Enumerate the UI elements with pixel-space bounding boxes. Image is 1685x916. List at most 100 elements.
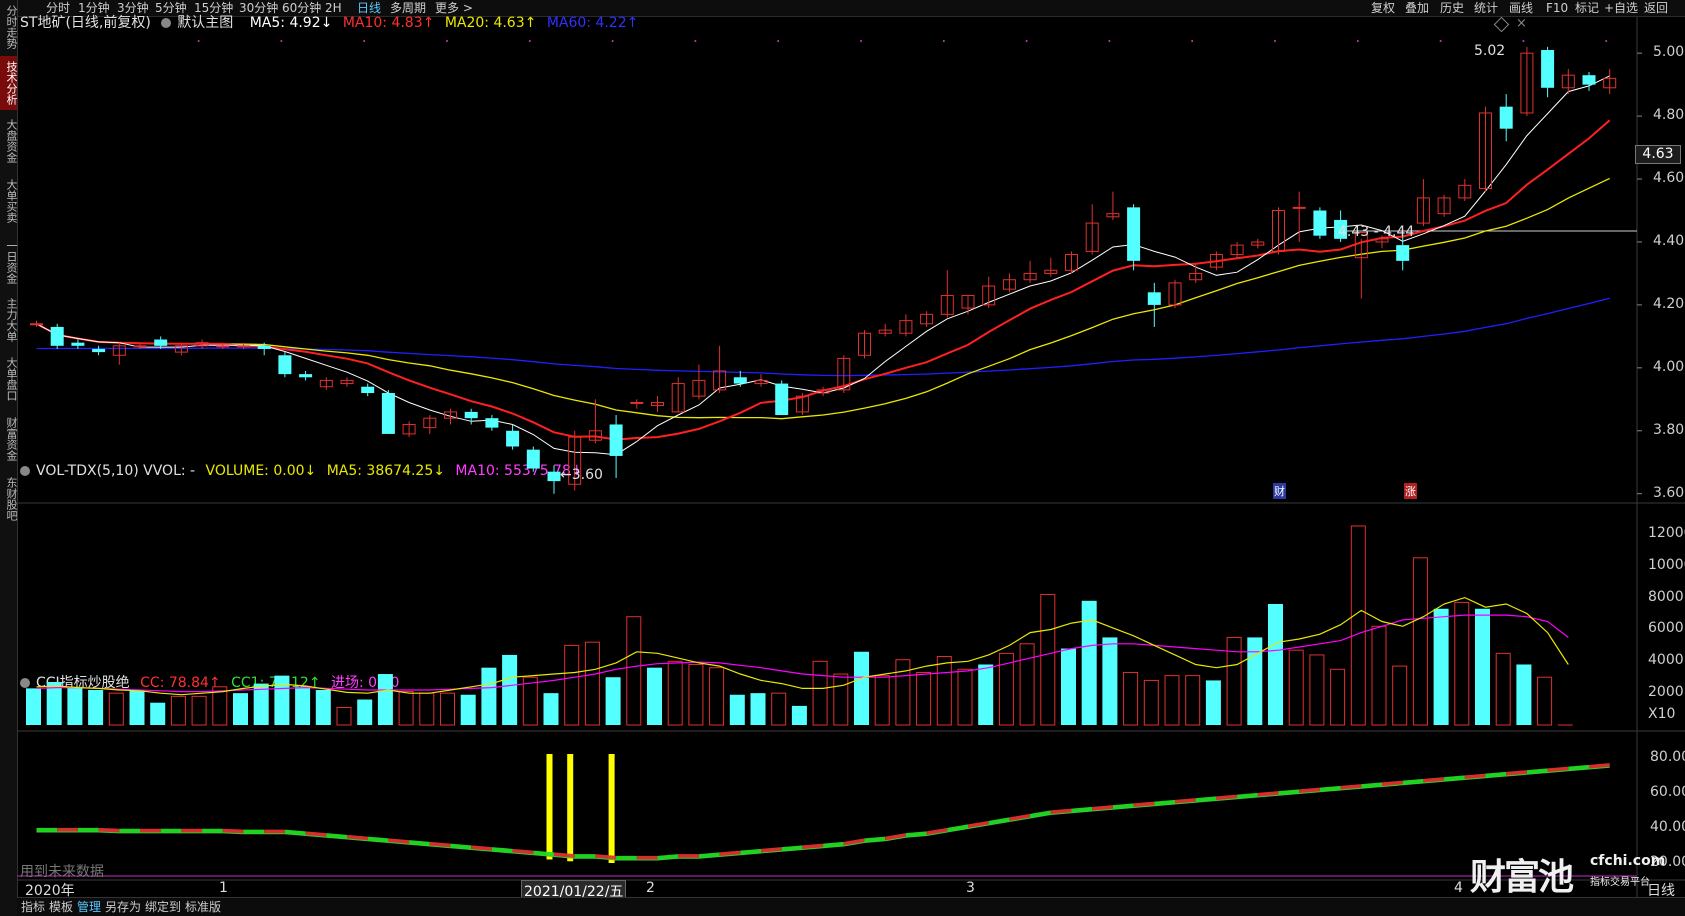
marker-dot — [777, 40, 780, 42]
event-marker-zhang[interactable]: 涨 — [1404, 483, 1417, 499]
marker-dot — [1191, 40, 1194, 42]
marker-dot — [528, 40, 531, 42]
volume-bar — [957, 668, 973, 726]
volume-bar — [688, 663, 704, 726]
price-tick: 4.40 — [1653, 232, 1685, 249]
volume-bar — [1309, 654, 1325, 726]
volume-bar — [233, 693, 248, 725]
volume-bar — [874, 675, 890, 726]
bottom-tab-1[interactable]: 模板 — [49, 898, 73, 916]
volume-bar — [771, 692, 787, 726]
volume-bar — [502, 654, 518, 725]
cci-ribbon-segment — [885, 833, 906, 841]
volume-tick: 6000 — [1648, 620, 1684, 637]
candle-body — [775, 383, 789, 416]
candle-body — [1313, 210, 1327, 236]
time-axis: 2020年 1 2021/01/22/五 2 3 4 — [17, 880, 1637, 902]
volume-bar — [543, 693, 559, 725]
volume-bar — [336, 706, 352, 726]
cci-ribbon-segment — [181, 828, 203, 833]
volume-tick: 12000 — [1648, 524, 1685, 541]
bottom-toolbar: 指标 模板 管理 另存为 绑定到 标准版 — [17, 897, 1685, 916]
volume-bar — [1433, 608, 1449, 725]
vol-ma10-line — [36, 614, 1569, 693]
volume-bar — [460, 694, 476, 725]
candle-body — [299, 374, 313, 378]
marker-dot — [446, 40, 448, 42]
bottom-tab-0[interactable]: 指标 — [21, 898, 45, 916]
cci-ribbon-segment — [678, 854, 699, 859]
volume-bar — [357, 699, 373, 725]
volume-bar — [584, 641, 600, 726]
bottom-tab-4[interactable]: 绑定到 — [145, 898, 181, 916]
candle-body — [1582, 75, 1596, 85]
marker-dot — [1274, 40, 1276, 42]
cci-entry-bar — [546, 754, 553, 860]
volume-bar — [791, 705, 807, 725]
volume-bar — [1061, 648, 1076, 725]
volume-tick: 2000 — [1648, 684, 1684, 701]
volume-bar — [1081, 600, 1097, 725]
bottom-tab-5[interactable]: 标准版 — [185, 898, 221, 916]
time-month-2: 2 — [646, 880, 655, 896]
volume-bar — [1019, 643, 1035, 726]
volume-bar — [1475, 608, 1490, 725]
candle-body — [1127, 207, 1141, 261]
marker-dot — [860, 40, 862, 42]
volume-bar — [709, 667, 725, 726]
volume-bar — [854, 651, 869, 725]
candle-body — [257, 345, 271, 349]
marker-dot — [1439, 40, 1442, 42]
volume-bar — [1516, 664, 1532, 725]
current-price-tag: 4.63 — [1635, 145, 1681, 164]
cci-ribbon-segment — [1009, 813, 1031, 822]
stock-chart[interactable] — [0, 0, 1685, 916]
volume-bar — [398, 691, 414, 726]
watermark-url: cfchi.com — [1590, 853, 1666, 869]
candle-body — [278, 355, 292, 375]
cci-ribbon-segment — [243, 829, 265, 834]
marker-dot — [197, 40, 200, 42]
time-month-4: 4 — [1454, 880, 1463, 896]
volume-bar — [108, 692, 124, 726]
volume-bar — [377, 674, 393, 725]
volume-bar — [315, 689, 331, 725]
volume-bar — [1247, 637, 1263, 725]
candle-body — [1292, 206, 1306, 209]
cci-tick: 40.00 — [1650, 818, 1685, 835]
candle-body — [50, 326, 64, 346]
vol-ma5-line — [36, 596, 1569, 696]
volume-bar — [667, 660, 683, 726]
marker-dot — [1605, 40, 1608, 42]
volume-bar — [295, 686, 311, 725]
marker-dot — [694, 40, 697, 42]
ma5-line — [36, 75, 1610, 456]
bottom-tab-3[interactable]: 另存为 — [105, 898, 141, 916]
candle-body — [526, 449, 540, 469]
candle-body — [237, 345, 250, 348]
volume-bar — [1350, 525, 1366, 726]
cci-ribbon-segment — [264, 829, 285, 834]
event-marker-cai[interactable]: 财 — [1273, 483, 1286, 499]
volume-bar — [419, 692, 435, 726]
marker-dot — [942, 40, 945, 42]
volume-bar — [1185, 675, 1201, 726]
bottom-tab-2[interactable]: 管理 — [77, 898, 101, 916]
price-tick: 4.80 — [1653, 107, 1685, 124]
volume-bar — [729, 694, 745, 725]
candle-body — [92, 348, 106, 353]
volume-bar — [1454, 601, 1470, 726]
volume-bar — [150, 702, 166, 725]
candle-body — [361, 386, 375, 394]
volume-unit: X10 — [1648, 706, 1676, 722]
volume-tick: 8000 — [1648, 588, 1684, 605]
candle-body — [154, 339, 168, 346]
volume-bar — [812, 660, 828, 726]
volume-bar — [1537, 676, 1553, 726]
volume-bar — [1205, 680, 1221, 725]
candle-body — [464, 411, 478, 419]
volume-bar — [647, 667, 662, 725]
ma60-line — [36, 297, 1610, 377]
volume-bar — [833, 673, 849, 726]
cci-ribbon-segment — [77, 827, 99, 833]
